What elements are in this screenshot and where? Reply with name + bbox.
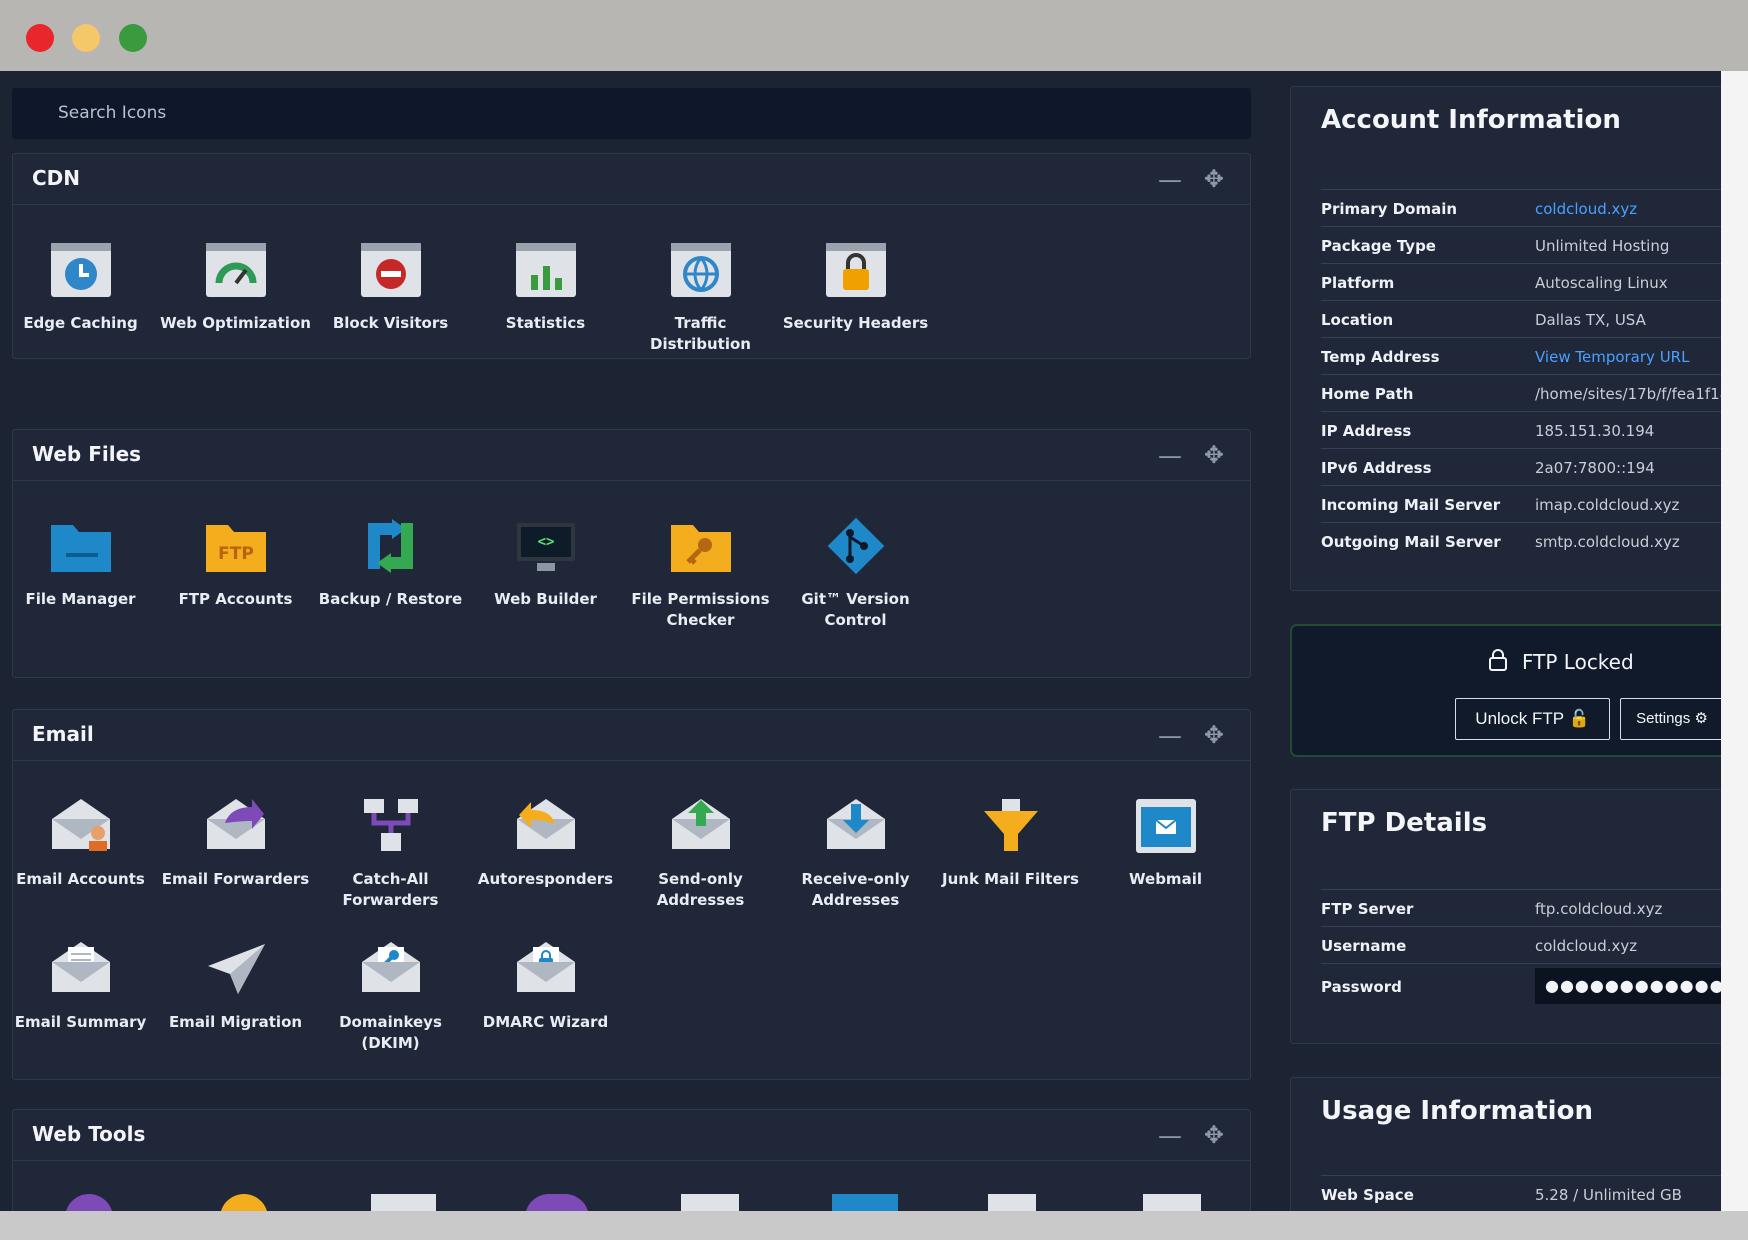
move-icon[interactable]: ✥ (1204, 165, 1224, 193)
autoresponders-tile[interactable]: Autoresponders (468, 791, 623, 890)
php-icon[interactable] (525, 1194, 589, 1211)
envelope-receive-icon (826, 799, 885, 849)
ftp-lock-status: FTP Locked (1489, 649, 1634, 674)
funnel-icon (983, 799, 1038, 851)
junk-mail-filters-tile[interactable]: Junk Mail Filters (933, 791, 1088, 890)
file-manager-tile[interactable]: File Manager (3, 511, 158, 610)
webmail-tile[interactable]: Webmail (1088, 791, 1243, 890)
email-title: Email (32, 722, 94, 746)
email-accounts-tile[interactable]: Email Accounts (3, 791, 158, 890)
calendar-icon[interactable] (832, 1194, 898, 1211)
envelope-user-icon (51, 799, 110, 851)
control-panel-app: Search Icons CDN — ✥ Edge Caching Web Opti… (0, 71, 1721, 1211)
primary-domain-row: Primary Domain coldcloud.xyz (1321, 189, 1721, 226)
ftp-accounts-tile[interactable]: FTP FTP Accounts (158, 511, 313, 610)
globe-window-icon (670, 243, 731, 297)
search-input[interactable]: Search Icons (12, 88, 1251, 139)
email-migration-tile[interactable]: Email Migration (158, 934, 313, 1033)
web-tools-title: Web Tools (32, 1122, 146, 1146)
database-icon[interactable] (220, 1194, 268, 1211)
envelope-key-icon (361, 942, 420, 992)
clock-window-icon (50, 243, 111, 297)
bar-chart-window-icon (515, 243, 576, 297)
bottom-bar (0, 1211, 1748, 1240)
web-builder-tile[interactable]: <> Web Builder (468, 511, 623, 610)
window-titlebar (0, 0, 1748, 70)
view-temporary-url-link[interactable]: View Temporary URL (1535, 348, 1689, 366)
unlock-ftp-button[interactable]: Unlock FTP 🔓 (1455, 698, 1610, 740)
move-icon[interactable]: ✥ (1204, 1121, 1224, 1149)
domainkeys-tile[interactable]: Domainkeys (DKIM) (313, 934, 468, 1054)
web-files-panel: Web Files — ✥ File Manager FTP FTP Accounts… (12, 429, 1251, 678)
password-field[interactable]: ●●●●●●●●●●●● (1535, 968, 1721, 1004)
traffic-distribution-tile[interactable]: Traffic Distribution (623, 235, 778, 355)
cdn-panel: CDN — ✥ Edge Caching Web Optimization Bloc… (12, 153, 1251, 359)
block-visitors-tile[interactable]: Block Visitors (313, 235, 468, 334)
ftp-settings-button[interactable]: Settings ⚙ (1620, 698, 1721, 740)
minimize-icon[interactable]: — (1158, 442, 1182, 470)
usage-information-card: Usage Information Web Space 5.28 / Unlimi… (1290, 1077, 1721, 1211)
wordpress-icon[interactable] (65, 1194, 113, 1211)
envelope-reply-icon (516, 799, 575, 849)
envelope-tree-icon (363, 799, 418, 851)
receive-only-addresses-tile[interactable]: Receive-only Addresses (778, 791, 933, 911)
document-icon[interactable] (988, 1194, 1036, 1211)
ftp-details-title: FTP Details (1321, 808, 1488, 838)
usage-information-title: Usage Information (1321, 1096, 1593, 1126)
block-window-icon (360, 243, 421, 297)
speedometer-window-icon (205, 243, 266, 297)
close-window-button[interactable] (26, 24, 54, 52)
web-files-title: Web Files (32, 442, 142, 466)
move-icon[interactable]: ✥ (1204, 441, 1224, 469)
git-icon (827, 517, 884, 575)
paper-plane-icon (207, 944, 265, 994)
email-panel: Email — ✥ Email Accounts Email Forwarders … (12, 709, 1251, 1080)
window-icon[interactable] (371, 1194, 436, 1211)
gear-icon: ⚙ (1694, 710, 1708, 727)
backup-restore-tile[interactable]: Backup / Restore (313, 511, 468, 610)
maximize-window-button[interactable] (119, 24, 147, 52)
envelope-lock-icon (516, 942, 575, 992)
statistics-tile[interactable]: Statistics (468, 235, 623, 334)
dmarc-wizard-tile[interactable]: DMARC Wizard (468, 934, 623, 1033)
webmail-icon (1135, 799, 1196, 853)
backup-arrows-icon (367, 519, 413, 573)
web-optimization-tile[interactable]: Web Optimization (158, 235, 313, 334)
lock-icon (1489, 649, 1507, 671)
ftp-folder-icon: FTP (205, 525, 266, 572)
ftp-details-card: FTP Details FTP Server ftp.coldcloud.xyz … (1290, 789, 1721, 1044)
move-icon[interactable]: ✥ (1204, 721, 1224, 749)
svg-text:<>: <> (537, 534, 554, 550)
xml-file-icon[interactable] (1143, 1194, 1201, 1211)
minimize-window-button[interactable] (72, 24, 100, 52)
folder-icon (50, 525, 111, 572)
send-only-addresses-tile[interactable]: Send-only Addresses (623, 791, 778, 911)
account-information-card: Account Information Primary Domain coldcl… (1290, 86, 1721, 591)
unlock-icon: 🔓 (1568, 709, 1590, 728)
key-folder-icon (670, 525, 731, 572)
svg-text:FTP: FTP (218, 544, 254, 564)
security-headers-tile[interactable]: Security Headers (778, 235, 933, 334)
envelope-list-icon (51, 942, 110, 992)
padlock-window-icon (825, 243, 886, 297)
php-file-icon[interactable] (681, 1194, 739, 1211)
web-tools-panel: Web Tools — ✥ (12, 1109, 1251, 1211)
account-information-title: Account Information (1321, 105, 1621, 135)
catch-all-forwarders-tile[interactable]: Catch-All Forwarders (313, 791, 468, 911)
minimize-icon[interactable]: — (1158, 166, 1182, 194)
file-permissions-checker-tile[interactable]: File Permissions Checker (623, 511, 778, 631)
envelope-forward-icon (206, 799, 265, 849)
envelope-send-icon (671, 799, 730, 849)
email-summary-tile[interactable]: Email Summary (3, 934, 158, 1033)
edge-caching-tile[interactable]: Edge Caching (3, 235, 158, 334)
scrollbar[interactable] (1721, 71, 1748, 1211)
minimize-icon[interactable]: — (1158, 722, 1182, 750)
code-monitor-icon: <> (516, 523, 575, 571)
primary-domain-link[interactable]: coldcloud.xyz (1535, 200, 1637, 218)
minimize-icon[interactable]: — (1158, 1122, 1182, 1150)
ftp-lock-card: FTP Locked Unlock FTP 🔓 Settings ⚙ (1290, 624, 1721, 757)
git-version-control-tile[interactable]: Git™ Version Control (778, 511, 933, 631)
cdn-title: CDN (32, 166, 81, 190)
email-forwarders-tile[interactable]: Email Forwarders (158, 791, 313, 890)
